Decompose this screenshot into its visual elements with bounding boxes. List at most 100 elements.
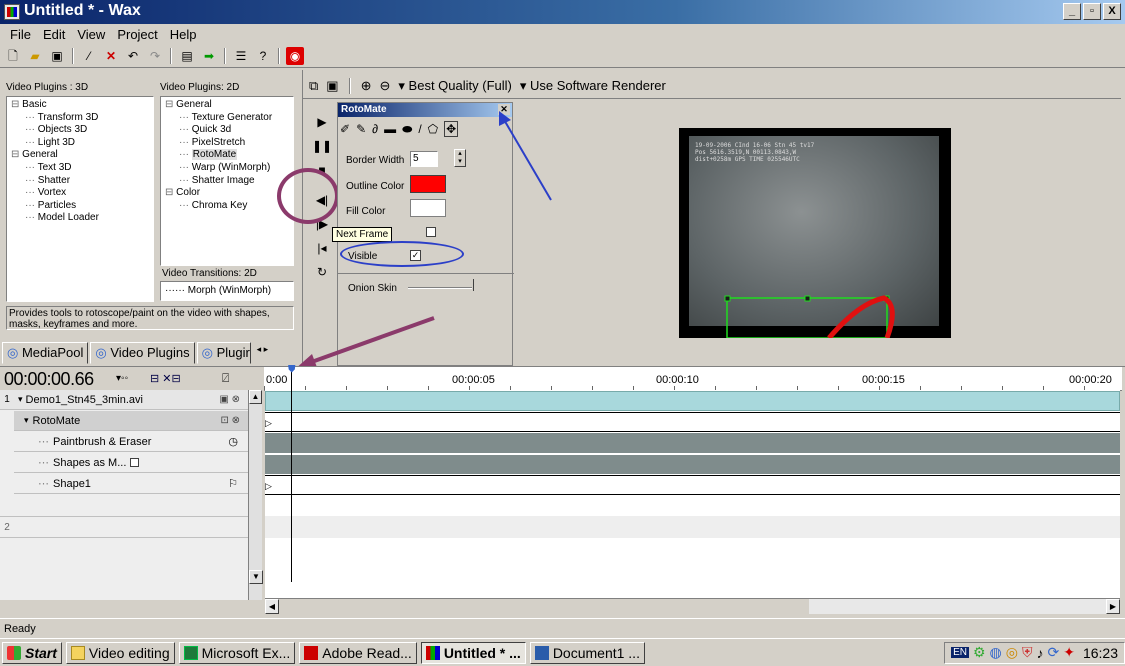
freehand-icon[interactable]: ∂ bbox=[372, 122, 378, 136]
shape-flag-icon[interactable]: ⚐ bbox=[228, 477, 238, 490]
task-excel[interactable]: Microsoft Ex... bbox=[178, 641, 296, 664]
tree-item[interactable]: ··· PixelStretch bbox=[165, 137, 289, 150]
menu-view[interactable]: View bbox=[71, 27, 111, 42]
tray-globe-icon[interactable]: ◍ bbox=[990, 644, 1002, 661]
tree-item[interactable]: ··· Shatter Image bbox=[165, 175, 289, 188]
new-file-icon[interactable]: 🗋 bbox=[4, 47, 22, 65]
tray-alert-icon[interactable]: ✦ bbox=[1063, 644, 1075, 661]
language-indicator[interactable]: EN bbox=[951, 647, 969, 658]
track-row[interactable]: ⋯ Shape1 ⚐ bbox=[14, 474, 248, 494]
menu-edit[interactable]: Edit bbox=[37, 27, 71, 42]
clip-bar[interactable] bbox=[265, 391, 1120, 411]
tree-item[interactable]: ··· Chroma Key bbox=[165, 200, 289, 213]
quality-dropdown[interactable]: ▾ Best Quality (Full) bbox=[398, 78, 511, 94]
scroll-thumb[interactable] bbox=[279, 599, 809, 614]
tree-item[interactable]: ··· Shatter bbox=[11, 175, 149, 188]
track-list-scrollbar[interactable]: ▲ ▼ bbox=[248, 390, 263, 600]
border-width-input[interactable]: 5 bbox=[410, 151, 438, 167]
close-button[interactable]: X bbox=[1103, 3, 1121, 20]
tab-video-plugins[interactable]: ◎ Video Plugins bbox=[90, 342, 195, 364]
tab-mediapool[interactable]: ◎ MediaPool bbox=[2, 342, 89, 364]
shape1-track-bar[interactable] bbox=[265, 475, 1120, 495]
delete-icon[interactable]: ✕ bbox=[102, 47, 120, 65]
tab-scroll-arrows[interactable]: ◂ ▸ bbox=[252, 342, 273, 364]
transition-item[interactable]: ······ Morph (WinMorph) bbox=[165, 285, 289, 298]
expand-icon[interactable]: ▾ bbox=[18, 394, 23, 405]
tree-item[interactable]: ··· Particles bbox=[11, 200, 149, 213]
renderer-dropdown[interactable]: ▾ Use Software Renderer bbox=[520, 78, 666, 94]
plugin-options-icon[interactable]: ⊡ ⊗ bbox=[220, 415, 240, 426]
zoom-tracks-icon[interactable]: ⊟ ✕⊟ bbox=[150, 372, 181, 385]
track-options-icon[interactable]: ▣ ⊗ bbox=[219, 394, 240, 405]
stop-icon[interactable]: ◉ bbox=[286, 46, 304, 65]
menu-help[interactable]: Help bbox=[164, 27, 203, 42]
clock-icon[interactable]: ◷ bbox=[228, 435, 238, 448]
pause-button[interactable]: ❚❚ bbox=[311, 134, 333, 158]
time-ruler[interactable]: 0:00 00:00:05 00:00:10 00:00:15 00:00:20 bbox=[264, 367, 1122, 391]
tree-item[interactable]: ⊟ General bbox=[11, 149, 149, 162]
export-icon[interactable]: ➡ bbox=[200, 47, 218, 65]
polygon-icon[interactable]: ⬠ bbox=[428, 122, 438, 136]
timeline-h-scrollbar[interactable]: ◀ ▶ bbox=[265, 598, 1120, 614]
expand-icon[interactable]: ▾ bbox=[24, 415, 29, 426]
go-start-button[interactable]: |◂ bbox=[311, 236, 333, 260]
menu-file[interactable]: File bbox=[4, 27, 37, 42]
track-row[interactable]: 2 bbox=[0, 516, 248, 538]
tree-item[interactable]: ··· Light 3D bbox=[11, 137, 149, 150]
pen-icon[interactable]: ✎ bbox=[356, 122, 366, 136]
tray-shield-icon[interactable]: ⛨ bbox=[1022, 644, 1033, 661]
tree-item[interactable]: ⊟ Basic bbox=[11, 99, 149, 112]
play-button[interactable]: ▶ bbox=[311, 110, 333, 134]
help-icon[interactable]: ? bbox=[254, 47, 272, 65]
track-row[interactable]: 1 ▾ Demo1_Stn45_3min.avi ▣ ⊗ bbox=[0, 390, 248, 410]
task-adobe-reader[interactable]: Adobe Read... bbox=[299, 641, 417, 664]
redo-icon[interactable]: ↷ bbox=[146, 47, 164, 65]
tray-volume-icon[interactable]: ♪ bbox=[1036, 645, 1043, 661]
track-row[interactable]: ⋯ Shapes as M... bbox=[14, 453, 248, 473]
start-button[interactable]: Start bbox=[2, 641, 62, 664]
track-row[interactable]: ⋯ Paintbrush & Eraser ◷ bbox=[14, 432, 248, 452]
copy-icon[interactable]: ⧉ bbox=[309, 78, 318, 94]
keyframe-marker[interactable]: ▷ bbox=[265, 418, 272, 429]
save-frame-icon[interactable]: ▣ bbox=[326, 78, 338, 94]
maximize-button[interactable]: ▫ bbox=[1083, 3, 1101, 20]
tab-plugins-more[interactable]: ◎ Plugir bbox=[196, 342, 251, 364]
task-wax[interactable]: Untitled * ... bbox=[420, 641, 526, 664]
tree-item[interactable]: ··· Texture Generator bbox=[165, 112, 289, 125]
tree-item[interactable]: ⊟ General bbox=[165, 99, 289, 112]
playhead-handle[interactable]: ⛊ bbox=[288, 364, 296, 375]
title-bar[interactable]: Untitled * - Wax _ ▫ X bbox=[0, 0, 1125, 24]
menu-project[interactable]: Project bbox=[111, 27, 163, 42]
loop-button[interactable]: ↻ bbox=[311, 260, 333, 284]
ellipse-icon[interactable]: ⬬ bbox=[402, 122, 412, 137]
move-icon[interactable]: ✥ bbox=[444, 121, 459, 137]
tree-item[interactable]: ··· Model Loader bbox=[11, 212, 149, 225]
tray-sync-icon[interactable]: ⟳ bbox=[1047, 644, 1059, 661]
onion-skin-slider[interactable] bbox=[408, 287, 472, 289]
timeline-settings-icon[interactable]: ⍁ bbox=[222, 371, 229, 386]
paintbrush-track-bar[interactable] bbox=[265, 433, 1120, 453]
app-icon[interactable] bbox=[4, 4, 20, 20]
minimize-button[interactable]: _ bbox=[1063, 3, 1081, 20]
task-video-editing[interactable]: Video editing bbox=[65, 641, 175, 664]
import-icon[interactable]: ▤ bbox=[178, 47, 196, 65]
zoom-in-icon[interactable]: ⊕ bbox=[361, 78, 372, 94]
track-row[interactable]: ▾ RotoMate ⊡ ⊗ bbox=[14, 411, 248, 431]
properties-icon[interactable]: ☰ bbox=[232, 47, 250, 65]
tray-network-icon[interactable]: ⚙ bbox=[973, 644, 986, 661]
zoom-out-icon[interactable]: ⊖ bbox=[380, 78, 391, 94]
shapes-mask-checkbox[interactable] bbox=[130, 458, 140, 467]
undo-icon[interactable]: ↶ bbox=[124, 47, 142, 65]
shapes-track-bar[interactable] bbox=[265, 454, 1120, 474]
line-icon[interactable]: / bbox=[418, 122, 421, 136]
tree-item[interactable]: ⊟ Color bbox=[165, 187, 289, 200]
task-word[interactable]: Document1 ... bbox=[529, 641, 645, 664]
tree-item[interactable]: ··· RotoMate bbox=[165, 149, 289, 162]
scroll-right-icon[interactable]: ▶ bbox=[1106, 599, 1120, 614]
fill-color-swatch[interactable] bbox=[410, 199, 446, 217]
outline-color-swatch[interactable] bbox=[410, 175, 446, 193]
rotomate-track-bar[interactable] bbox=[265, 412, 1120, 432]
rectangle-icon[interactable]: ▬ bbox=[384, 122, 396, 136]
tree-item[interactable]: ··· Warp (WinMorph) bbox=[165, 162, 289, 175]
tray-target-icon[interactable]: ◎ bbox=[1006, 644, 1018, 661]
